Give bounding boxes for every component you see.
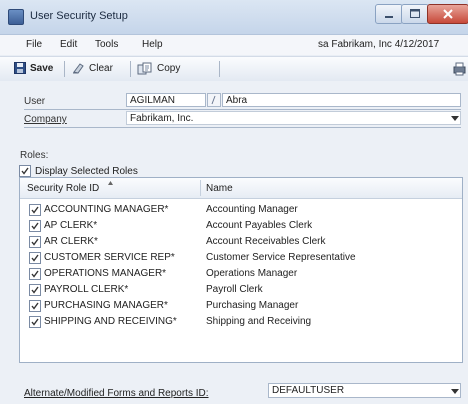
display-selected-roles-checkbox[interactable]: Display Selected Roles: [19, 165, 138, 177]
toolbar: Save Clear Copy: [0, 56, 468, 82]
maximize-button[interactable]: [401, 4, 429, 24]
clear-button[interactable]: Clear: [72, 62, 113, 74]
role-checkbox[interactable]: [29, 204, 41, 216]
checkmark-icon: [31, 206, 39, 214]
security-role-id: ACCOUNTING MANAGER*: [44, 204, 169, 215]
checkmark-icon: [21, 167, 29, 175]
table-row[interactable]: AR CLERK* Account Receivables Clerk: [20, 234, 462, 250]
column-header-security-role-id[interactable]: Security Role ID: [27, 183, 99, 194]
clear-label: Clear: [89, 62, 113, 74]
menu-help[interactable]: Help: [142, 39, 163, 50]
column-divider: [200, 180, 201, 196]
printer-icon[interactable]: [452, 61, 466, 77]
chevron-down-icon: [451, 116, 459, 121]
minimize-icon: [385, 16, 393, 18]
checkmark-icon: [31, 286, 39, 294]
table-row[interactable]: ACCOUNTING MANAGER* Accounting Manager: [20, 202, 462, 218]
minimize-button[interactable]: [375, 4, 403, 24]
table-row[interactable]: PURCHASING MANAGER* Purchasing Manager: [20, 298, 462, 314]
security-role-id: PAYROLL CLERK*: [44, 284, 129, 295]
checkmark-icon: [31, 302, 39, 310]
menu-edit[interactable]: Edit: [60, 39, 77, 50]
chevron-down-icon: [451, 389, 459, 394]
company-date-status: sa Fabrikam, Inc 4/12/2017: [318, 39, 440, 50]
divider: [24, 109, 461, 110]
checkmark-icon: [31, 318, 39, 326]
close-button[interactable]: [427, 4, 468, 24]
copy-icon: [137, 62, 152, 75]
checkbox[interactable]: [19, 165, 31, 177]
copy-button[interactable]: Copy: [137, 62, 180, 75]
lookup-icon: [211, 95, 216, 105]
role-name: Account Receivables Clerk: [206, 236, 326, 247]
role-checkbox[interactable]: [29, 284, 41, 296]
roles-table: Security Role ID Name ACCOUNTING MANAGER…: [19, 177, 463, 363]
maximize-icon: [410, 9, 420, 18]
security-role-id: OPERATIONS MANAGER*: [44, 268, 167, 279]
user-lookup-button[interactable]: [207, 93, 221, 107]
table-row[interactable]: SHIPPING AND RECEIVING* Shipping and Rece…: [20, 314, 462, 330]
title-bar: User Security Setup: [0, 0, 468, 35]
menu-tools[interactable]: Tools: [95, 39, 118, 50]
close-icon: [443, 9, 453, 19]
window-title: User Security Setup: [30, 10, 128, 22]
security-role-id: AP CLERK*: [44, 220, 98, 231]
toolbar-separator: [64, 61, 65, 77]
role-checkbox[interactable]: [29, 268, 41, 280]
role-checkbox[interactable]: [29, 220, 41, 232]
user-label: User: [24, 96, 46, 107]
role-checkbox[interactable]: [29, 236, 41, 248]
role-name: Accounting Manager: [206, 204, 298, 215]
checkmark-icon: [31, 238, 39, 246]
alternate-forms-select[interactable]: DEFAULTUSER: [268, 383, 461, 398]
role-checkbox[interactable]: [29, 300, 41, 312]
toolbar-separator: [130, 61, 131, 77]
display-selected-label: Display Selected Roles: [35, 165, 138, 177]
table-header: Security Role ID Name: [20, 178, 462, 199]
menu-file[interactable]: File: [26, 39, 42, 50]
table-row[interactable]: AP CLERK* Account Payables Clerk: [20, 218, 462, 234]
role-name: Account Payables Clerk: [206, 220, 313, 231]
company-label: Company: [24, 114, 67, 125]
table-row[interactable]: OPERATIONS MANAGER* Operations Manager: [20, 266, 462, 282]
save-button[interactable]: Save: [14, 62, 53, 74]
clear-icon: [73, 63, 84, 74]
role-name: Purchasing Manager: [206, 300, 299, 311]
role-name: Shipping and Receiving: [206, 316, 312, 327]
toolbar-separator: [219, 61, 220, 77]
user-id-field[interactable]: AGILMAN: [126, 93, 206, 107]
copy-label: Copy: [157, 63, 181, 74]
divider: [24, 127, 461, 128]
checkmark-icon: [31, 254, 39, 262]
user-name-field[interactable]: Abra: [222, 93, 461, 107]
security-role-id: SHIPPING AND RECEIVING*: [44, 316, 177, 327]
menu-bar: File Edit Tools Help sa Fabrikam, Inc 4/…: [0, 35, 468, 55]
checkmark-icon: [31, 222, 39, 230]
security-role-id: CUSTOMER SERVICE REP*: [44, 252, 175, 263]
role-name: Operations Manager: [206, 268, 298, 279]
checkmark-icon: [31, 270, 39, 278]
save-icon: [14, 62, 26, 74]
sort-icon: [108, 181, 113, 185]
security-role-id: AR CLERK*: [44, 236, 98, 247]
column-header-name[interactable]: Name: [206, 183, 233, 194]
role-checkbox[interactable]: [29, 316, 41, 328]
company-select[interactable]: Fabrikam, Inc.: [126, 111, 461, 125]
role-checkbox[interactable]: [29, 252, 41, 264]
save-label: Save: [30, 62, 54, 74]
role-name: Payroll Clerk: [206, 284, 263, 295]
table-row[interactable]: CUSTOMER SERVICE REP* Customer Service Re…: [20, 250, 462, 266]
roles-label: Roles:: [20, 150, 49, 161]
app-icon: [8, 9, 24, 25]
table-row[interactable]: PAYROLL CLERK* Payroll Clerk: [20, 282, 462, 298]
security-role-id: PURCHASING MANAGER*: [44, 300, 168, 311]
role-name: Customer Service Representative: [206, 252, 356, 263]
alternate-forms-label[interactable]: Alternate/Modified Forms and Reports ID:: [24, 388, 209, 399]
